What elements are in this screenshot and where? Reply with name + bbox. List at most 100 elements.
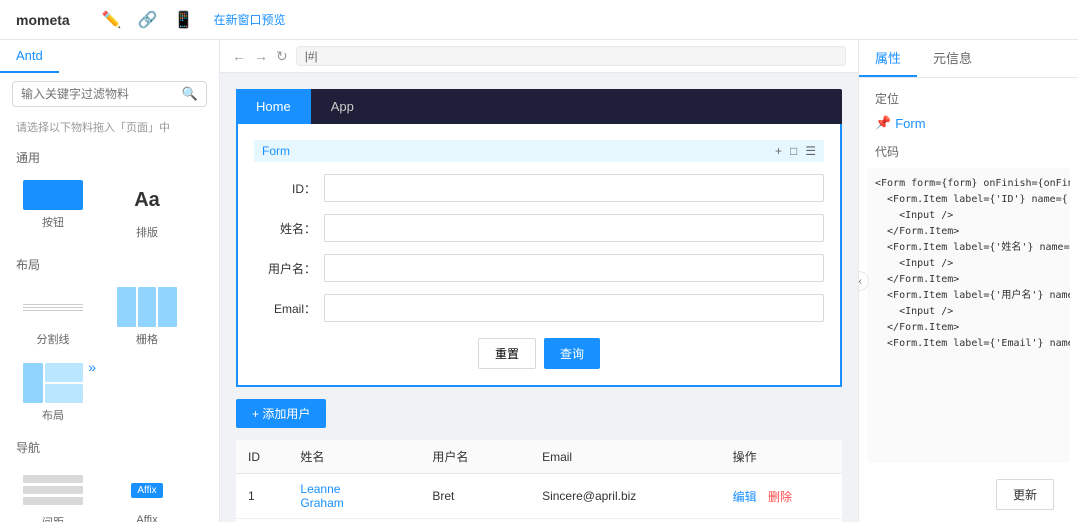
center-canvas: ← → ↻ |#| Home App Form + □ ☰	[220, 40, 858, 522]
affix-text: Affix	[131, 483, 162, 498]
section-general: 通用	[0, 143, 219, 170]
page-nav: Home App	[236, 89, 842, 124]
delete-button-1[interactable]: 删除	[768, 490, 792, 504]
sidebar-item-grid[interactable]: 栅格	[102, 281, 192, 353]
sidebar-item-typography[interactable]: Aa 排版	[102, 174, 192, 246]
sidebar-hint: 请选择以下物料拖入「页面」中	[0, 115, 219, 143]
layout-label: 布局	[42, 407, 64, 423]
search-input[interactable]	[21, 87, 182, 101]
form-add-icon[interactable]: +	[775, 144, 782, 158]
cell-email-1: Sincere@april.biz	[530, 474, 721, 519]
layout-preview	[23, 363, 83, 403]
table-header-row: ID 姓名 用户名 Email 操作	[236, 440, 842, 474]
gap-block-3	[23, 497, 83, 505]
gap-preview	[23, 470, 83, 510]
expand-icon[interactable]: »	[88, 359, 96, 375]
affix-preview: Affix	[117, 470, 177, 510]
main-layout: Antd 🔍 请选择以下物料拖入「页面」中 通用 按钮 Aa	[0, 40, 1078, 522]
layout-right	[45, 363, 83, 403]
form-link-text[interactable]: Form	[895, 116, 925, 131]
section-layout: 布局	[0, 250, 219, 277]
divider-line-3	[23, 310, 83, 311]
btn-line-3	[35, 200, 71, 206]
col-id: ID	[236, 440, 288, 474]
gap-label: 间距	[42, 514, 64, 522]
col-action: 操作	[721, 440, 842, 474]
table-row: 1 LeanneGraham Bret Sincere@april.biz 编辑…	[236, 474, 842, 519]
sidebar-item-layout[interactable]: 布局 »	[8, 357, 98, 429]
edit-button-1[interactable]: 编辑	[733, 490, 757, 504]
sidebar-item-gap[interactable]: 间距	[8, 464, 98, 522]
grid-label: 栅格	[136, 331, 158, 347]
refresh-button[interactable]: ↻	[276, 48, 288, 65]
left-sidebar: Antd 🔍 请选择以下物料拖入「页面」中 通用 按钮 Aa	[0, 40, 220, 522]
form-copy-icon[interactable]: □	[790, 144, 797, 158]
sidebar-tab-antd[interactable]: Antd	[0, 40, 59, 73]
browser-bar: ← → ↻ |#|	[220, 40, 858, 73]
canvas-content: Home App Form + □ ☰ ID： 姓	[220, 73, 858, 522]
forward-button[interactable]: →	[254, 48, 268, 64]
form-menu-icon[interactable]: ☰	[805, 144, 816, 158]
code-block: <Form form={form} onFinish={onFinish} la…	[867, 168, 1070, 463]
cell-action-1: 编辑 删除	[721, 474, 842, 519]
table-row: 2 Ervin Howell Antonette Shanna@melissa.…	[236, 519, 842, 522]
nav-item-app[interactable]: App	[311, 89, 374, 124]
layout-items: 分割线 栅格 布局 »	[0, 277, 219, 433]
url-bar[interactable]: |#|	[296, 46, 846, 66]
cell-action-2: 编辑 删除	[721, 519, 842, 522]
tab-meta[interactable]: 元信息	[917, 40, 988, 77]
input-email[interactable]	[324, 294, 824, 322]
topbar: mometa ✏️ 🔗 📱 在新窗口预览	[0, 0, 1078, 40]
right-panel: « 属性 元信息 定位 📌 Form 代码 <Form form={form} …	[858, 40, 1078, 522]
link-icon[interactable]: 🔗	[138, 10, 158, 30]
input-username[interactable]	[324, 254, 824, 282]
form-header: Form + □ ☰	[254, 140, 824, 162]
typography-preview: Aa	[117, 180, 177, 220]
cell-id-1: 1	[236, 474, 288, 519]
sidebar-item-button[interactable]: 按钮	[8, 174, 98, 246]
btn-line-1	[35, 184, 71, 190]
divider-label: 分割线	[37, 331, 70, 347]
edit-icon[interactable]: ✏️	[102, 10, 122, 30]
cell-name-2: Ervin Howell	[288, 519, 420, 522]
btn-line-2	[35, 192, 60, 198]
data-table: ID 姓名 用户名 Email 操作 1 LeanneGraham Bret S…	[236, 440, 842, 522]
query-button[interactable]: 查询	[544, 338, 600, 369]
update-button-container: 更新	[859, 467, 1078, 522]
grid-col-3	[158, 287, 177, 327]
section-nav: 导航	[0, 433, 219, 460]
grid-col-2	[138, 287, 157, 327]
form-row-id: ID：	[254, 174, 824, 202]
add-user-button[interactable]: + 添加用户	[236, 399, 326, 428]
input-name[interactable]	[324, 214, 824, 242]
preview-link[interactable]: 在新窗口预览	[213, 11, 285, 28]
search-icon[interactable]: 🔍	[182, 86, 198, 102]
update-button[interactable]: 更新	[996, 479, 1054, 510]
grid-preview	[117, 287, 177, 327]
form-buttons: 重置 查询	[254, 338, 824, 369]
pin-icon: 📌	[875, 115, 891, 131]
sidebar-item-divider[interactable]: 分割线	[8, 281, 98, 353]
col-name: 姓名	[288, 440, 420, 474]
divider-line-2	[23, 307, 83, 308]
button-label: 按钮	[42, 214, 64, 230]
form-container: Form + □ ☰ ID： 姓名： 用户名：	[236, 124, 842, 387]
name-link-1[interactable]: LeanneGraham	[300, 482, 343, 510]
aa-text: Aa	[134, 189, 160, 212]
affix-label: Affix	[136, 514, 157, 522]
back-button[interactable]: ←	[232, 48, 246, 64]
input-id[interactable]	[324, 174, 824, 202]
cell-id-2: 2	[236, 519, 288, 522]
form-location-link[interactable]: 📌 Form	[859, 111, 1078, 135]
form-row-email: Email：	[254, 294, 824, 322]
btn-lines	[35, 184, 71, 206]
form-header-actions: + □ ☰	[775, 144, 816, 158]
sidebar-item-affix[interactable]: Affix Affix	[102, 464, 192, 522]
nav-item-home[interactable]: Home	[236, 89, 311, 124]
tab-properties[interactable]: 属性	[859, 40, 917, 77]
form-header-label: Form	[262, 144, 290, 158]
button-preview	[23, 180, 83, 210]
device-icon[interactable]: 📱	[174, 10, 194, 30]
reset-button[interactable]: 重置	[478, 338, 536, 369]
form-row-name: 姓名：	[254, 214, 824, 242]
